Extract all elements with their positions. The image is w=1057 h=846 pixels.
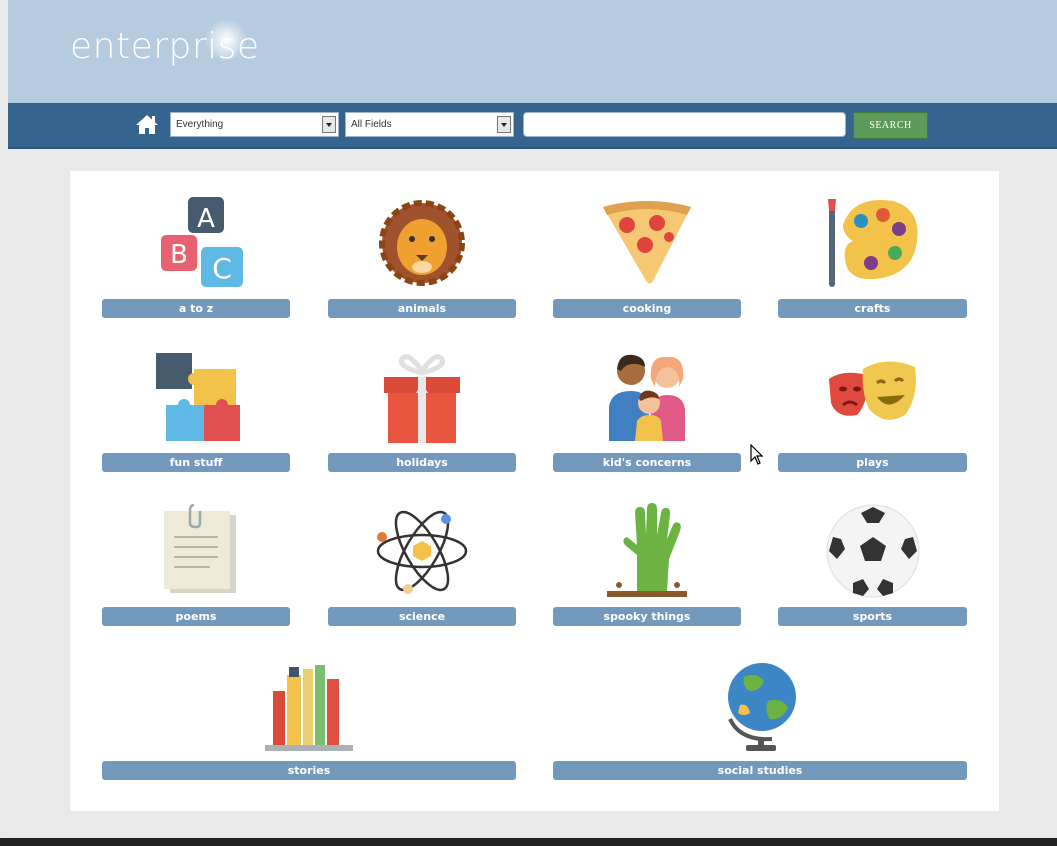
field-select-value: All Fields (351, 119, 392, 130)
scope-select-value: Everything (176, 119, 224, 130)
search-bar: Everything All Fields SEARCH (8, 103, 1057, 149)
category-label[interactable]: plays (778, 453, 967, 472)
category-tile-stories[interactable]: stories (102, 653, 516, 783)
category-label[interactable]: crafts (778, 299, 967, 318)
globe-icon (553, 653, 967, 753)
category-label[interactable]: poems (102, 607, 290, 626)
category-tile-poems[interactable]: poems (102, 499, 290, 629)
category-tile-a-to-z[interactable]: A B C a to z (102, 191, 290, 321)
books-icon (102, 653, 516, 753)
abc-blocks-icon: A B C (102, 191, 290, 291)
chevron-down-icon[interactable] (497, 116, 511, 133)
category-tile-animals[interactable]: animals (328, 191, 516, 321)
category-tile-holidays[interactable]: holidays (328, 345, 516, 475)
category-label[interactable]: stories (102, 761, 516, 780)
category-label[interactable]: kid's concerns (553, 453, 741, 472)
category-label[interactable]: animals (328, 299, 516, 318)
category-tile-science[interactable]: science (328, 499, 516, 629)
home-icon[interactable] (135, 113, 159, 135)
category-label[interactable]: holidays (328, 453, 516, 472)
paint-palette-icon (778, 191, 967, 291)
category-label[interactable]: a to z (102, 299, 290, 318)
category-label[interactable]: science (328, 607, 516, 626)
chevron-down-icon[interactable] (322, 116, 336, 133)
category-tile-plays[interactable]: plays (778, 345, 967, 475)
field-select[interactable]: All Fields (345, 112, 514, 137)
theater-masks-icon (778, 345, 967, 445)
category-label[interactable]: sports (778, 607, 967, 626)
scope-select[interactable]: Everything (170, 112, 339, 137)
puzzle-icon (102, 345, 290, 445)
window-bottom-edge (0, 838, 1057, 846)
family-icon (553, 345, 741, 445)
atom-icon (328, 499, 516, 599)
site-header: enterprise (8, 0, 1057, 103)
category-grid: A B C a to z animals cooking crafts fun … (70, 171, 999, 811)
category-tile-crafts[interactable]: crafts (778, 191, 967, 321)
zombie-hand-icon (553, 499, 741, 599)
category-label[interactable]: social studies (553, 761, 967, 780)
category-label[interactable]: fun stuff (102, 453, 290, 472)
category-tile-kids-concerns[interactable]: kid's concerns (553, 345, 741, 475)
gift-icon (328, 345, 516, 445)
svg-text:B: B (170, 240, 188, 270)
soccer-ball-icon (778, 499, 967, 599)
pizza-icon (553, 191, 741, 291)
category-label[interactable]: spooky things (553, 607, 741, 626)
svg-text:C: C (212, 252, 232, 285)
notepad-icon (102, 499, 290, 599)
category-tile-cooking[interactable]: cooking (553, 191, 741, 321)
site-logo[interactable]: enterprise (70, 26, 260, 67)
category-tile-social-studies[interactable]: social studies (553, 653, 967, 783)
search-button[interactable]: SEARCH (853, 112, 928, 139)
svg-text:A: A (197, 204, 215, 234)
category-label[interactable]: cooking (553, 299, 741, 318)
category-tile-sports[interactable]: sports (778, 499, 967, 629)
category-tile-spooky-things[interactable]: spooky things (553, 499, 741, 629)
category-tile-fun-stuff[interactable]: fun stuff (102, 345, 290, 475)
app-frame: enterprise Everything All Fields SEARCH … (8, 0, 1057, 838)
search-input[interactable] (523, 112, 846, 137)
mouse-cursor-icon (750, 443, 764, 470)
lion-icon (328, 191, 516, 291)
